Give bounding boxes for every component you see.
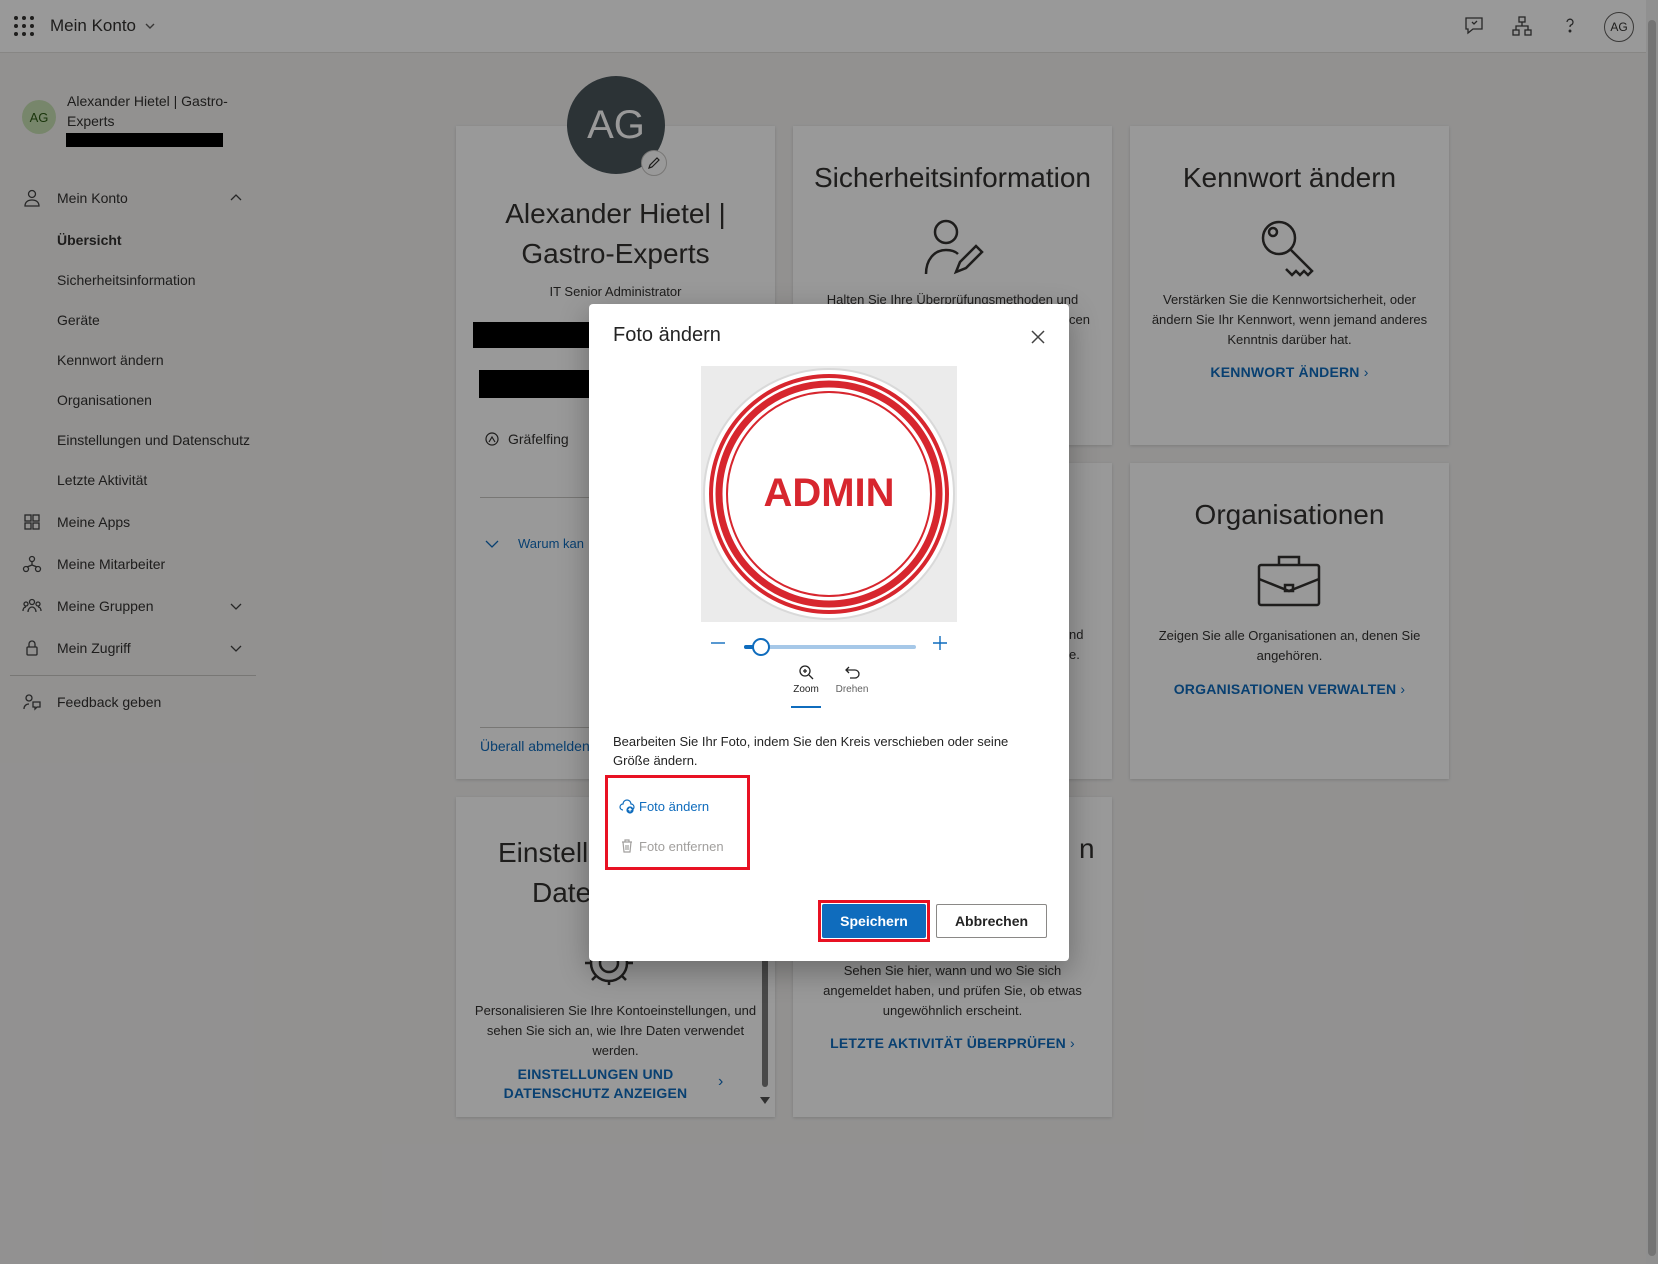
rotate-icon bbox=[845, 666, 860, 679]
active-tab-indicator bbox=[791, 706, 821, 708]
save-button[interactable]: Speichern bbox=[822, 904, 926, 938]
tab-label: Drehen bbox=[835, 684, 869, 695]
admin-stamp-image: ADMIN bbox=[703, 368, 955, 620]
dialog-help-text: Bearbeiten Sie Ihr Foto, indem Sie den K… bbox=[613, 734, 1009, 768]
change-photo-label: Foto ändern bbox=[639, 798, 710, 814]
zoom-in-icon[interactable] bbox=[931, 634, 949, 652]
cloud-upload-icon bbox=[619, 799, 635, 814]
stamp-text: ADMIN bbox=[763, 471, 894, 515]
cancel-button[interactable]: Abbrechen bbox=[936, 904, 1047, 938]
highlight-box bbox=[605, 775, 750, 870]
close-icon[interactable] bbox=[1027, 326, 1049, 348]
remove-photo-label: Foto entfernen bbox=[639, 838, 724, 854]
tab-rotate[interactable]: Drehen bbox=[829, 664, 875, 695]
trash-icon bbox=[622, 839, 632, 853]
dialog-title: Foto ändern bbox=[613, 324, 721, 346]
photo-crop-area[interactable]: ADMIN bbox=[701, 366, 957, 622]
zoom-out-icon[interactable] bbox=[709, 634, 727, 652]
magnifier-plus-icon bbox=[799, 665, 814, 680]
change-photo-link[interactable]: Foto ändern bbox=[619, 798, 709, 814]
remove-photo-link[interactable]: Foto entfernen bbox=[619, 838, 724, 854]
tab-zoom[interactable]: Zoom bbox=[783, 664, 829, 695]
tab-label: Zoom bbox=[793, 684, 819, 695]
zoom-slider-thumb[interactable] bbox=[752, 638, 770, 656]
change-photo-dialog: Foto ändern ADMIN Zoom Drehen Bearbeiten… bbox=[589, 304, 1069, 961]
